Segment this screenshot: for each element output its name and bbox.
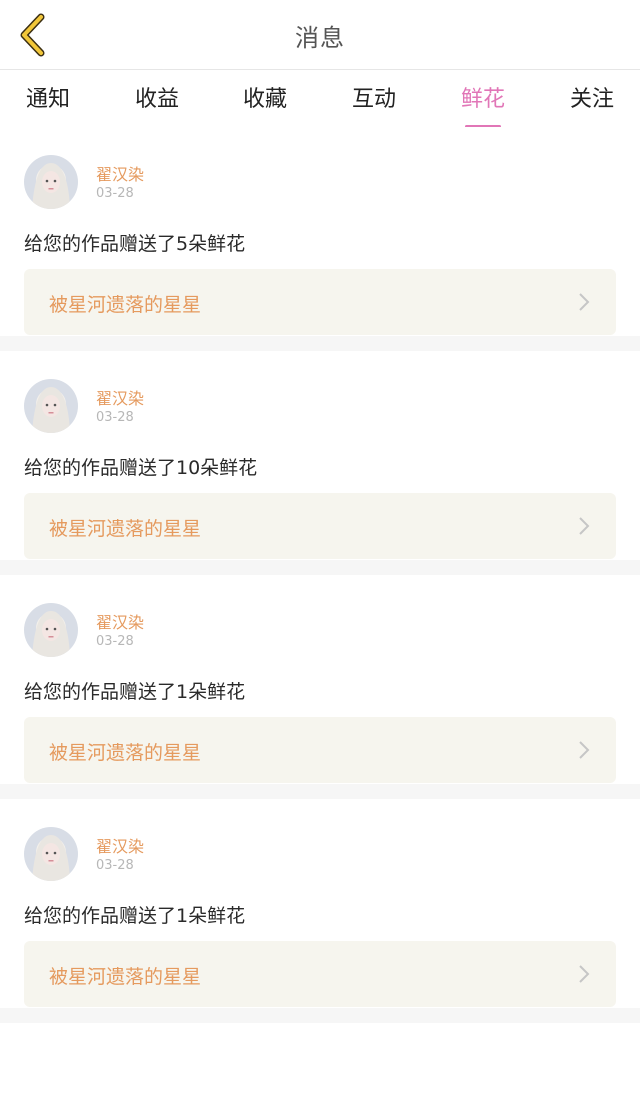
message-text: 给您的作品赠送了1朵鲜花 bbox=[24, 681, 246, 703]
message-date: 03-28 bbox=[96, 410, 134, 425]
message-date: 03-28 bbox=[96, 634, 134, 649]
page-title: 消息 bbox=[295, 24, 345, 52]
user-name[interactable]: 翟汉染 bbox=[96, 161, 144, 185]
tab-flowers-label: 鲜花 bbox=[460, 87, 505, 112]
chevron-right-icon bbox=[579, 517, 590, 535]
app-header: 消息 bbox=[0, 0, 640, 70]
list-item: 翟汉染 03-28 给您的作品赠送了1朵鲜花 被星河遗落的星星 bbox=[0, 575, 640, 799]
message-text: 给您的作品赠送了5朵鲜花 bbox=[24, 233, 246, 255]
avatar[interactable] bbox=[24, 155, 78, 209]
work-title: 被星河遗落的星星 bbox=[49, 742, 202, 764]
work-title: 被星河遗落的星星 bbox=[49, 966, 202, 988]
work-link[interactable]: 被星河遗落的星星 bbox=[24, 269, 616, 335]
user-name[interactable]: 翟汉染 bbox=[96, 609, 144, 633]
work-title: 被星河遗落的星星 bbox=[49, 518, 202, 540]
message-tabs: 通知 收益 收藏 互动 鲜花 关注 bbox=[0, 71, 640, 128]
tab-interaction[interactable]: 互动 bbox=[329, 81, 419, 123]
message-text: 给您的作品赠送了1朵鲜花 bbox=[24, 905, 246, 927]
avatar[interactable] bbox=[24, 603, 78, 657]
avatar[interactable] bbox=[24, 827, 78, 881]
list-item: 翟汉染 03-28 给您的作品赠送了5朵鲜花 被星河遗落的星星 bbox=[0, 127, 640, 351]
list-item: 翟汉染 03-28 给您的作品赠送了1朵鲜花 被星河遗落的星星 bbox=[0, 799, 640, 1023]
avatar[interactable] bbox=[24, 379, 78, 433]
tab-following[interactable]: 关注 bbox=[547, 81, 637, 123]
tab-notification[interactable]: 通知 bbox=[3, 81, 93, 123]
tab-earnings[interactable]: 收益 bbox=[112, 81, 202, 123]
user-name[interactable]: 翟汉染 bbox=[96, 833, 144, 857]
work-link[interactable]: 被星河遗落的星星 bbox=[24, 717, 616, 783]
work-link[interactable]: 被星河遗落的星星 bbox=[24, 941, 616, 1007]
message-date: 03-28 bbox=[96, 186, 134, 201]
tab-flowers[interactable]: 鲜花 bbox=[438, 81, 528, 128]
tab-favorites[interactable]: 收藏 bbox=[220, 81, 310, 123]
work-link[interactable]: 被星河遗落的星星 bbox=[24, 493, 616, 559]
chevron-right-icon bbox=[579, 293, 590, 311]
work-title: 被星河遗落的星星 bbox=[49, 294, 202, 316]
list-item: 翟汉染 03-28 给您的作品赠送了10朵鲜花 被星河遗落的星星 bbox=[0, 351, 640, 575]
message-date: 03-28 bbox=[96, 858, 134, 873]
flower-message-list: 翟汉染 03-28 给您的作品赠送了5朵鲜花 被星河遗落的星星 翟汉染 03-2… bbox=[0, 127, 640, 1023]
chevron-right-icon bbox=[579, 741, 590, 759]
user-name[interactable]: 翟汉染 bbox=[96, 385, 144, 409]
message-text: 给您的作品赠送了10朵鲜花 bbox=[24, 457, 258, 479]
chevron-right-icon bbox=[579, 965, 590, 983]
